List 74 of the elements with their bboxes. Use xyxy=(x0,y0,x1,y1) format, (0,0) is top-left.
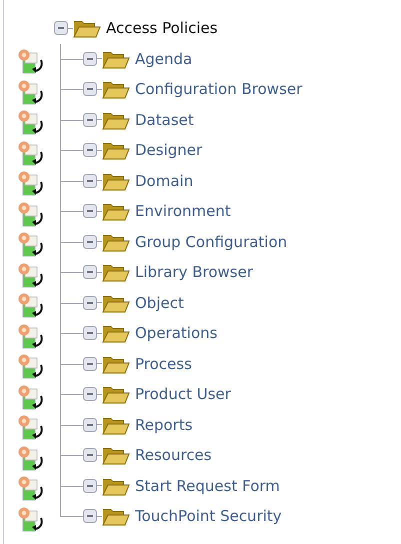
tree-item[interactable]: Object xyxy=(135,294,184,312)
gear-document-arrow-icon xyxy=(17,231,45,257)
tree-connector-line xyxy=(60,226,83,257)
gear-document-arrow-icon xyxy=(17,140,45,166)
gear-document-arrow-icon xyxy=(17,475,45,501)
gear-document-arrow-icon xyxy=(17,353,45,379)
collapse-toggle[interactable] xyxy=(83,387,97,402)
gear-document-arrow-icon xyxy=(17,109,45,135)
collapse-toggle[interactable] xyxy=(83,326,97,340)
collapse-toggle[interactable] xyxy=(83,82,97,96)
open-folder-icon xyxy=(102,201,130,222)
tree-connector-line xyxy=(60,196,83,226)
tree-item[interactable]: Reports xyxy=(135,416,193,434)
open-folder-icon xyxy=(102,262,130,282)
gear-document-arrow-icon xyxy=(17,200,45,226)
collapse-toggle[interactable] xyxy=(83,174,97,188)
tree-item[interactable]: Operations xyxy=(135,324,218,342)
gear-document-arrow-icon xyxy=(17,292,45,318)
open-folder-icon xyxy=(102,384,130,404)
tree-connector-line xyxy=(60,379,83,410)
collapse-toggle[interactable] xyxy=(83,112,97,127)
tree-connector-line xyxy=(60,74,83,104)
open-folder-icon xyxy=(73,18,101,38)
open-folder-icon xyxy=(102,445,130,466)
open-folder-icon xyxy=(102,323,130,344)
tree-connector-line xyxy=(60,44,83,74)
collapse-toggle[interactable] xyxy=(83,234,97,249)
gear-document-arrow-icon xyxy=(17,414,45,440)
collapse-toggle[interactable] xyxy=(83,478,97,493)
gear-document-arrow-icon xyxy=(17,48,45,74)
tree-item[interactable]: Group Configuration xyxy=(135,232,288,251)
gear-document-arrow-icon xyxy=(17,322,45,348)
tree-connector-line xyxy=(60,166,83,196)
collapse-toggle[interactable] xyxy=(83,448,97,462)
gear-document-arrow-icon xyxy=(17,384,45,410)
tree-item[interactable]: Process xyxy=(135,354,192,373)
tree-item[interactable]: Product User xyxy=(135,385,231,404)
tree-item[interactable]: Resources xyxy=(135,446,212,464)
tree-connector-line xyxy=(60,104,83,135)
tree-connector-line xyxy=(60,288,83,318)
tree-item[interactable]: Dataset xyxy=(135,110,194,129)
gear-document-arrow-icon xyxy=(17,506,45,532)
gear-document-arrow-icon xyxy=(17,170,45,196)
gear-document-arrow-icon xyxy=(17,262,45,288)
open-folder-icon xyxy=(102,506,130,526)
tree-connector-line xyxy=(60,348,83,379)
tree-item[interactable]: Designer xyxy=(135,141,202,160)
tree-item[interactable]: Environment xyxy=(135,202,231,220)
collapse-toggle[interactable] xyxy=(83,204,97,218)
collapse-toggle[interactable] xyxy=(83,52,97,66)
collapse-toggle[interactable] xyxy=(83,509,97,524)
tree-item[interactable]: Access Policies xyxy=(106,19,218,38)
tree-connector-line xyxy=(60,440,83,470)
tree-connector-line xyxy=(60,470,83,501)
open-folder-icon xyxy=(102,140,130,160)
open-folder-icon xyxy=(102,79,130,100)
collapse-toggle[interactable] xyxy=(54,21,68,36)
gear-document-arrow-icon xyxy=(17,78,45,104)
tree-item[interactable]: Library Browser xyxy=(135,263,254,282)
collapse-toggle[interactable] xyxy=(83,296,97,310)
tree-item[interactable]: Configuration Browser xyxy=(135,80,302,98)
collapse-toggle[interactable] xyxy=(83,356,97,371)
collapse-toggle[interactable] xyxy=(83,143,97,158)
tree-item[interactable]: Domain xyxy=(135,172,194,190)
gear-document-arrow-icon xyxy=(17,444,45,470)
tree-item[interactable]: TouchPoint Security xyxy=(135,507,282,526)
tree-connector-line xyxy=(60,318,83,348)
tree-item[interactable]: Start Request Form xyxy=(135,476,280,495)
collapse-toggle[interactable] xyxy=(83,265,97,280)
collapse-toggle[interactable] xyxy=(83,418,97,432)
tree-connector-line xyxy=(60,410,83,440)
tree-connector-line xyxy=(60,257,83,288)
tree-connector-line xyxy=(60,135,83,166)
tree-item[interactable]: Agenda xyxy=(135,50,192,68)
